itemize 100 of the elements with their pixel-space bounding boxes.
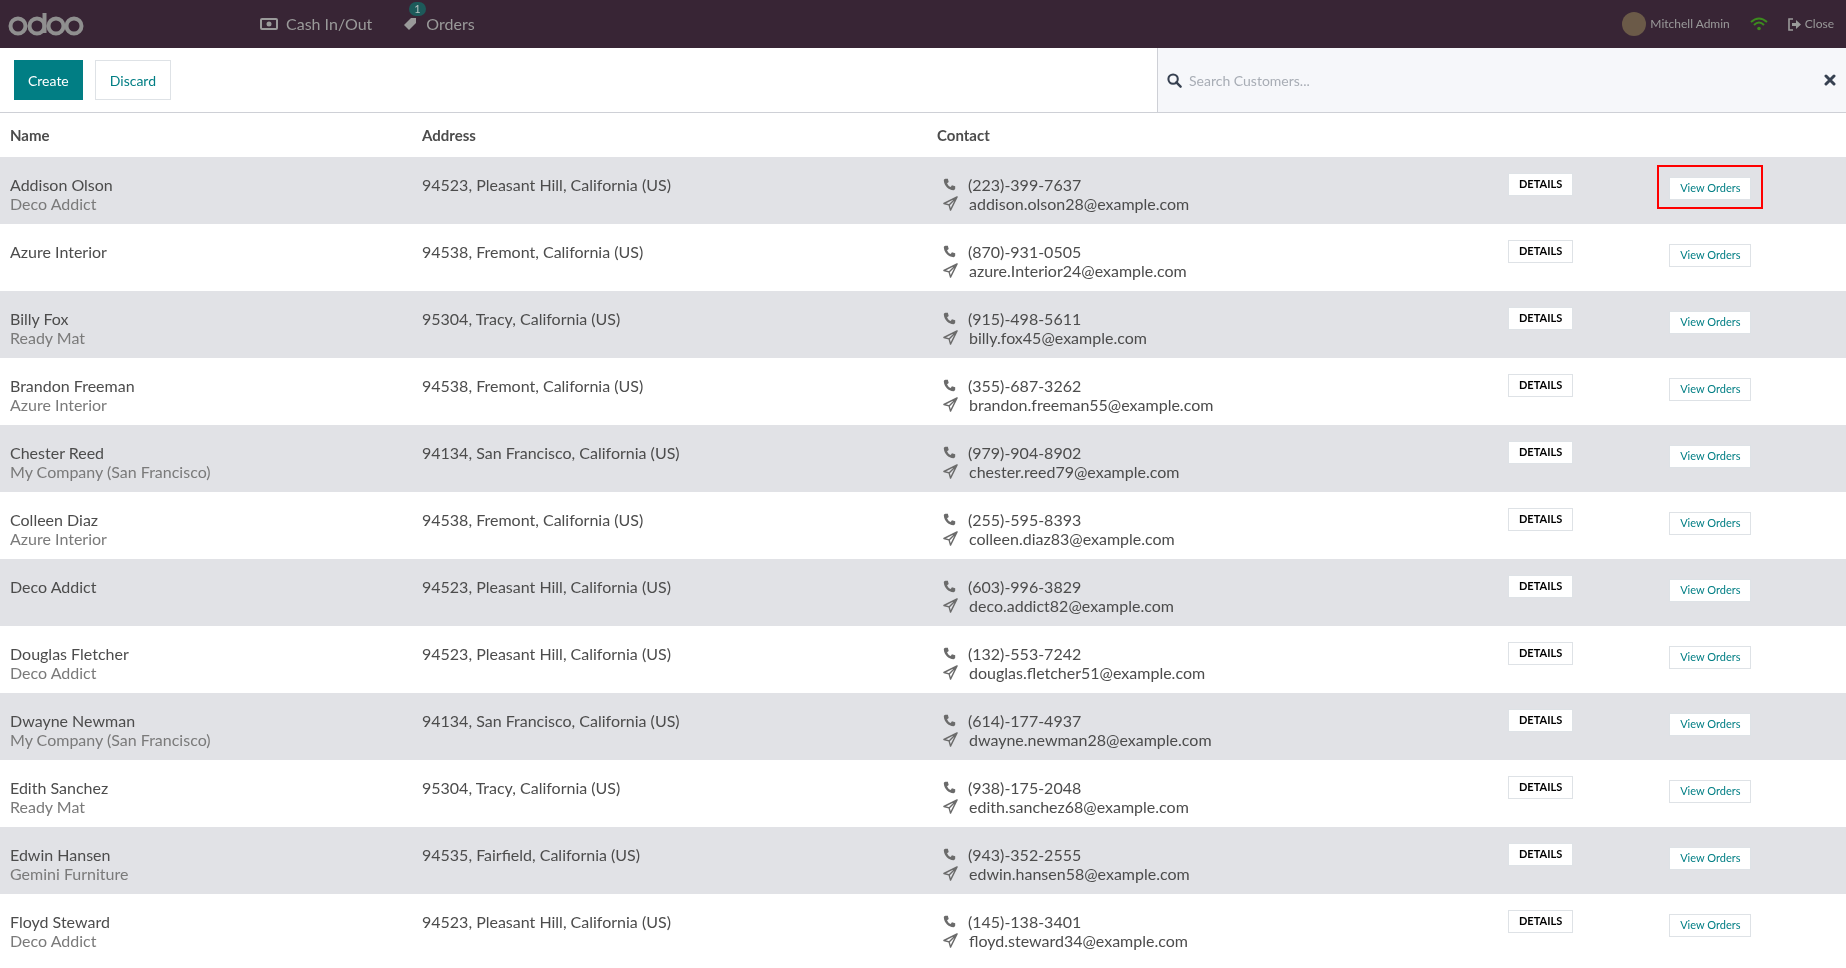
company-name: Azure Interior	[10, 395, 108, 414]
paper-plane-icon	[943, 866, 958, 881]
paper-plane-icon	[943, 464, 958, 479]
email-address: chester.reed79@example.com	[969, 462, 1180, 481]
column-header: Address	[422, 124, 477, 146]
customer-name: Edwin Hansen	[10, 845, 112, 864]
paper-plane-icon	[943, 933, 958, 948]
view-orders-button[interactable]: View Orders	[1669, 712, 1752, 736]
details-button[interactable]: DETAILS	[1508, 642, 1574, 665]
phone-icon	[943, 580, 956, 593]
details-button[interactable]: DETAILS	[1508, 508, 1574, 531]
search-icon	[1167, 73, 1182, 88]
address-text: 94523, Pleasant Hill, California (US)	[422, 175, 672, 194]
view-orders-button[interactable]: View Orders	[1669, 444, 1752, 468]
details-button[interactable]: DETAILS	[1508, 173, 1574, 196]
discard-button[interactable]: Discard	[94, 60, 171, 100]
view-orders-button[interactable]: View Orders	[1669, 779, 1752, 803]
phone-number: (145)-138-3401	[968, 912, 1082, 931]
clear-icon[interactable]	[1824, 74, 1836, 86]
view-orders-button[interactable]: View Orders	[1669, 913, 1752, 937]
view-orders-button[interactable]: View Orders	[1669, 176, 1752, 200]
search-field[interactable]: Search Customers...	[1158, 48, 1846, 112]
view-orders-button[interactable]: View Orders	[1669, 645, 1752, 669]
address-text: 94538, Fremont, California (US)	[422, 242, 645, 261]
customer-name: Chester Reed	[10, 443, 106, 462]
view-orders-button[interactable]: View Orders	[1669, 511, 1752, 535]
paper-plane-icon	[943, 330, 958, 345]
email-address: azure.Interior24@example.com	[969, 261, 1187, 280]
company-name: Gemini Furniture	[10, 864, 130, 883]
customer-name: Edith Sanchez	[10, 778, 110, 797]
banknote-icon	[260, 18, 278, 30]
phone-number: (915)-498-5611	[968, 309, 1082, 328]
company-name: Deco Addict	[10, 194, 98, 213]
close-button[interactable]: Close	[1787, 15, 1834, 33]
address-text: 94538, Fremont, California (US)	[422, 376, 645, 395]
customer-name: Deco Addict	[10, 577, 98, 596]
address-text: 94523, Pleasant Hill, California (US)	[422, 912, 672, 931]
phone-icon	[943, 245, 956, 258]
customer-row[interactable]: Chester Reed My Company (San Francisco) 94134, San Francisco, California (US) (979)-904-8902 chester.reed79@example.com DETAILS View Orders	[0, 425, 1846, 492]
paper-plane-icon	[943, 732, 958, 747]
create-button[interactable]: Create	[14, 60, 83, 100]
phone-icon	[943, 513, 956, 526]
view-orders-button[interactable]: View Orders	[1669, 578, 1752, 602]
view-orders-button[interactable]: View Orders	[1669, 846, 1752, 870]
details-button[interactable]: DETAILS	[1508, 441, 1574, 464]
email-address: brandon.freeman55@example.com	[969, 395, 1214, 414]
details-button[interactable]: DETAILS	[1508, 240, 1574, 263]
details-button[interactable]: DETAILS	[1508, 374, 1574, 397]
logo-icon	[8, 11, 84, 37]
address-text: 94134, San Francisco, California (US)	[422, 443, 681, 462]
details-button[interactable]: DETAILS	[1508, 843, 1574, 866]
phone-number: (223)-399-7637	[968, 175, 1082, 194]
customer-name: Billy Fox	[10, 309, 70, 328]
company-name: Ready Mat	[10, 797, 86, 816]
address-text: 94523, Pleasant Hill, California (US)	[422, 644, 672, 663]
avatar	[1622, 12, 1647, 36]
customer-name: Douglas Fletcher	[10, 644, 130, 663]
tag-icon	[402, 16, 419, 32]
address-text: 95304, Tracy, California (US)	[422, 309, 622, 328]
phone-number: (979)-904-8902	[968, 443, 1082, 462]
paper-plane-icon	[943, 665, 958, 680]
phone-number: (132)-553-7242	[968, 644, 1082, 663]
email-address: douglas.fletcher51@example.com	[969, 663, 1206, 682]
customer-row[interactable]: Edwin Hansen Gemini Furniture 94535, Fairfield, California (US) (943)-352-2555 edwin.hansen58@example.com DETAILS View Orders	[0, 827, 1846, 894]
view-orders-button[interactable]: View Orders	[1669, 377, 1752, 401]
details-button[interactable]: DETAILS	[1508, 307, 1574, 330]
phone-icon	[943, 714, 956, 727]
email-address: edith.sanchez68@example.com	[969, 797, 1189, 816]
email-address: addison.olson28@example.com	[969, 194, 1190, 213]
customer-name: Dwayne Newman	[10, 711, 137, 730]
email-address: edwin.hansen58@example.com	[969, 864, 1190, 883]
customer-row[interactable]: Addison Olson Deco Addict 94523, Pleasant Hill, California (US) (223)-399-7637 addison.olson28@example.com DETAILS View Orders	[0, 157, 1846, 224]
details-button[interactable]: DETAILS	[1508, 910, 1574, 933]
customer-name: Azure Interior	[10, 242, 108, 261]
view-orders-button[interactable]: View Orders	[1669, 310, 1752, 334]
view-orders-button[interactable]: View Orders	[1669, 243, 1752, 267]
details-button[interactable]: DETAILS	[1508, 776, 1574, 799]
phone-icon	[943, 915, 956, 928]
address-text: 94538, Fremont, California (US)	[422, 510, 645, 529]
phone-number: (614)-177-4937	[968, 711, 1082, 730]
customer-row[interactable]: Deco Addict 94523, Pleasant Hill, California (US) (603)-996-3829 deco.addict82@example.com DETAILS View Orders	[0, 559, 1846, 626]
phone-icon	[943, 848, 956, 861]
phone-icon	[943, 178, 956, 191]
customer-row[interactable]: Billy Fox Ready Mat 95304, Tracy, California (US) (915)-498-5611 billy.fox45@example.com DETAILS View Orders	[0, 291, 1846, 358]
details-button[interactable]: DETAILS	[1508, 709, 1574, 732]
customer-name: Colleen Diaz	[10, 510, 100, 529]
navbar-menu-item[interactable]: Cash In/Out	[260, 12, 373, 36]
column-header: Name	[10, 124, 51, 146]
phone-number: (255)-595-8393	[968, 510, 1082, 529]
phone-number: (943)-352-2555	[968, 845, 1082, 864]
paper-plane-icon	[943, 799, 958, 814]
paper-plane-icon	[943, 263, 958, 278]
customer-row[interactable]: Dwayne Newman My Company (San Francisco) 94134, San Francisco, California (US) (614)-177-4937 dwayne.newman28@example.com DETAILS View Orders	[0, 693, 1846, 760]
details-button[interactable]: DETAILS	[1508, 575, 1574, 598]
email-address: floyd.steward34@example.com	[969, 931, 1188, 950]
paper-plane-icon	[943, 598, 958, 613]
phone-number: (870)-931-0505	[968, 242, 1082, 261]
paper-plane-icon	[943, 196, 958, 211]
customer-name: Brandon Freeman	[10, 376, 136, 395]
phone-number: (938)-175-2048	[968, 778, 1082, 797]
